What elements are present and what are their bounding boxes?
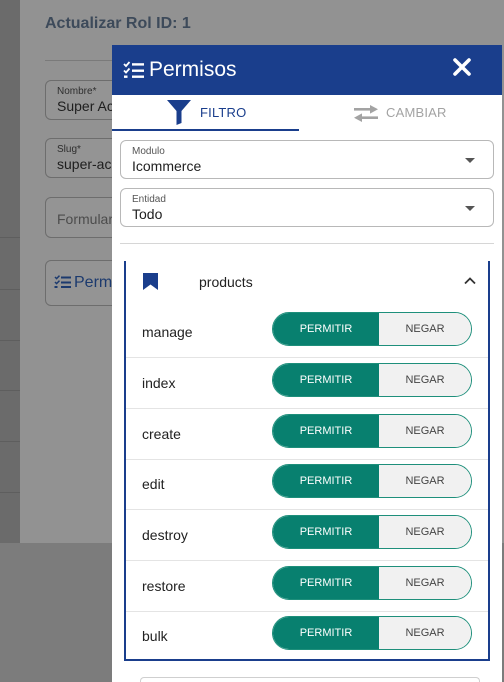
name-field-value: Super Ac [57, 98, 114, 114]
bookmark-icon [143, 273, 158, 290]
tab-change[interactable]: CAMBIAR [299, 95, 502, 131]
allow-button[interactable]: PERMITIR [273, 567, 379, 599]
filter-icon [167, 100, 191, 125]
permission-name: create [142, 426, 181, 442]
permission-toggle: PERMITIR NEGAR [272, 363, 472, 397]
page-title: Actualizar Rol ID: 1 [45, 15, 191, 32]
dropdown-caret-icon [465, 206, 475, 211]
deny-button[interactable]: NEGAR [379, 516, 471, 548]
background-divider [45, 60, 115, 61]
dialog-title: Permisos [149, 58, 237, 81]
checklist-icon [54, 275, 71, 288]
module-select-value: Icommerce [132, 158, 202, 174]
close-icon[interactable] [452, 57, 472, 79]
deny-button[interactable]: NEGAR [379, 465, 471, 497]
permission-toggle: PERMITIR NEGAR [272, 312, 472, 346]
permission-toggle: PERMITIR NEGAR [272, 566, 472, 600]
permission-name: restore [142, 578, 186, 594]
permission-row-manage: manage PERMITIR NEGAR [126, 308, 488, 358]
allow-button[interactable]: PERMITIR [273, 617, 379, 649]
dropdown-caret-icon [465, 158, 475, 163]
permission-name: destroy [142, 527, 188, 543]
permission-toggle: PERMITIR NEGAR [272, 515, 472, 549]
chevron-up-icon[interactable] [463, 274, 477, 288]
dialog-header: Permisos [112, 45, 502, 95]
allow-button[interactable]: PERMITIR [273, 465, 379, 497]
form-field-placeholder: Formular [57, 211, 114, 227]
tab-active-indicator [112, 129, 299, 131]
deny-button[interactable]: NEGAR [379, 364, 471, 396]
swap-arrows-icon [354, 105, 378, 122]
permission-toggle: PERMITIR NEGAR [272, 414, 472, 448]
entity-select-value: Todo [132, 206, 163, 222]
deny-button[interactable]: NEGAR [379, 567, 471, 599]
module-select-label: Modulo [132, 146, 165, 157]
permission-row-destroy: destroy PERMITIR NEGAR [126, 511, 488, 561]
permission-row-create: create PERMITIR NEGAR [126, 410, 488, 460]
deny-button[interactable]: NEGAR [379, 313, 471, 345]
filter-divider [120, 243, 494, 244]
permission-row-edit: edit PERMITIR NEGAR [126, 460, 488, 510]
permissions-button-label: Perm [74, 274, 113, 291]
allow-button[interactable]: PERMITIR [273, 364, 379, 396]
permission-name: index [142, 375, 176, 391]
deny-button[interactable]: NEGAR [379, 617, 471, 649]
allow-button[interactable]: PERMITIR [273, 313, 379, 345]
allow-button[interactable]: PERMITIR [273, 415, 379, 447]
permission-row-index: index PERMITIR NEGAR [126, 359, 488, 409]
entity-select-label: Entidad [132, 194, 166, 205]
tab-filter-label: FILTRO [200, 105, 247, 120]
slug-field-label: Slug* [57, 144, 81, 155]
dialog-tabs: FILTRO CAMBIAR [112, 95, 502, 131]
slug-field-value: super-ac [57, 156, 112, 172]
name-field-label: Nombre* [57, 86, 97, 97]
permission-toggle: PERMITIR NEGAR [272, 464, 472, 498]
tab-filter[interactable]: FILTRO [112, 95, 299, 131]
entity-select[interactable]: Entidad Todo [120, 188, 494, 227]
permission-group-header[interactable]: products [126, 261, 488, 308]
permission-row-restore: restore PERMITIR NEGAR [126, 562, 488, 612]
module-select[interactable]: Modulo Icommerce [120, 140, 494, 179]
permissions-dialog: Permisos FILTRO CAMBIAR Modulo Icommerce [112, 45, 502, 682]
permission-toggle: PERMITIR NEGAR [272, 616, 472, 650]
permission-name: bulk [142, 628, 168, 644]
deny-button[interactable]: NEGAR [379, 415, 471, 447]
permission-group-products: products manage PERMITIR NEGAR index PER… [124, 261, 490, 661]
permission-name: edit [142, 476, 165, 492]
allow-button[interactable]: PERMITIR [273, 516, 379, 548]
permission-group-title: products [199, 274, 253, 290]
next-permission-group [140, 677, 480, 682]
checklist-icon [123, 61, 144, 78]
tab-change-label: CAMBIAR [386, 105, 447, 120]
permission-name: manage [142, 324, 193, 340]
permission-row-bulk: bulk PERMITIR NEGAR [126, 612, 488, 662]
